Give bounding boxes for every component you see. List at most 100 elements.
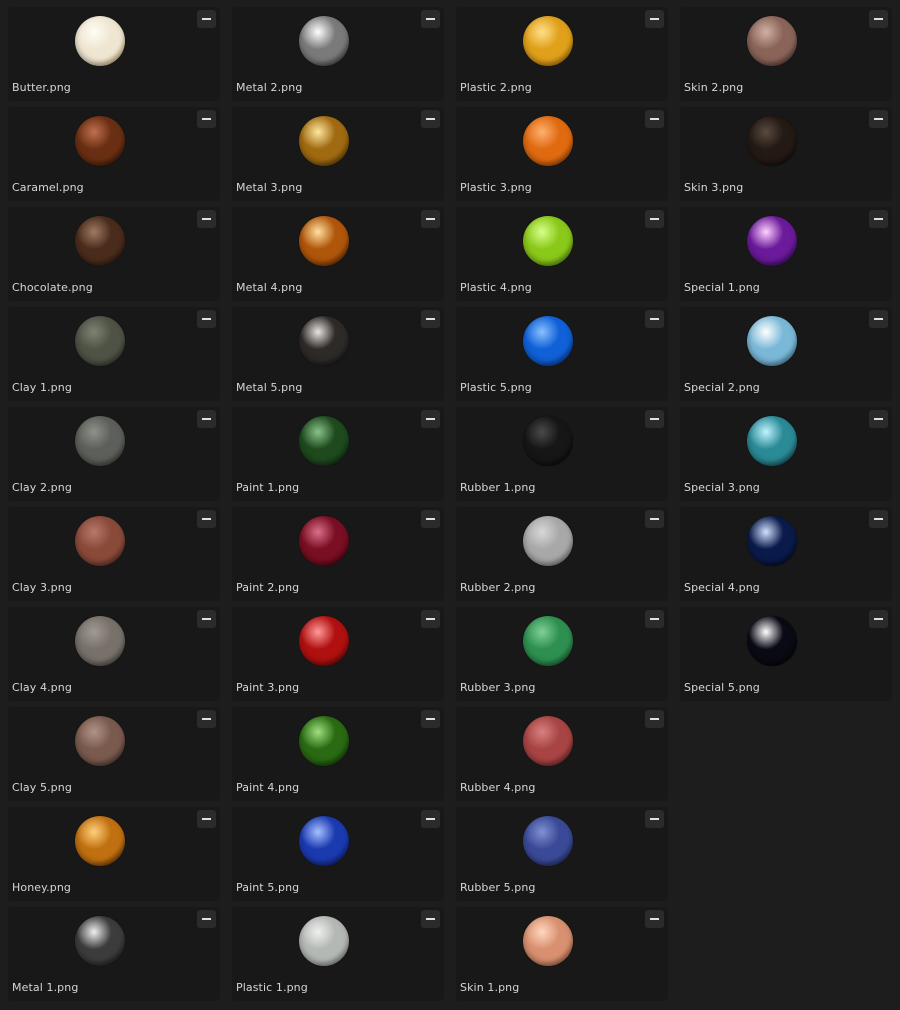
remove-material-button[interactable]: [197, 310, 216, 328]
minus-icon: [202, 318, 211, 320]
material-preview-sphere: [523, 16, 573, 66]
material-tile[interactable]: Clay 1.png: [8, 307, 220, 401]
material-tile[interactable]: Plastic 1.png: [232, 907, 444, 1001]
material-tile[interactable]: Special 1.png: [680, 207, 892, 301]
remove-material-button[interactable]: [197, 710, 216, 728]
material-preview-sphere: [523, 216, 573, 266]
material-tile[interactable]: Paint 2.png: [232, 507, 444, 601]
remove-material-button[interactable]: [869, 110, 888, 128]
material-preview-sphere: [523, 616, 573, 666]
remove-material-button[interactable]: [197, 210, 216, 228]
remove-material-button[interactable]: [421, 110, 440, 128]
material-preview-sphere: [299, 116, 349, 166]
material-tile[interactable]: Paint 5.png: [232, 807, 444, 901]
remove-material-button[interactable]: [197, 810, 216, 828]
material-tile[interactable]: Butter.png: [8, 7, 220, 101]
material-preview-sphere: [523, 116, 573, 166]
remove-material-button[interactable]: [197, 10, 216, 28]
remove-material-button[interactable]: [421, 610, 440, 628]
material-tile[interactable]: Rubber 2.png: [456, 507, 668, 601]
minus-icon: [202, 418, 211, 420]
remove-material-button[interactable]: [869, 410, 888, 428]
remove-material-button[interactable]: [197, 910, 216, 928]
minus-icon: [650, 318, 659, 320]
remove-material-button[interactable]: [197, 410, 216, 428]
remove-material-button[interactable]: [645, 210, 664, 228]
material-tile[interactable]: Clay 5.png: [8, 707, 220, 801]
material-tile[interactable]: Honey.png: [8, 807, 220, 901]
material-tile[interactable]: Plastic 5.png: [456, 307, 668, 401]
material-tile[interactable]: Paint 3.png: [232, 607, 444, 701]
material-preview-sphere: [75, 716, 125, 766]
material-name-label: Plastic 4.png: [460, 281, 532, 294]
remove-material-button[interactable]: [645, 10, 664, 28]
material-tile[interactable]: Skin 2.png: [680, 7, 892, 101]
remove-material-button[interactable]: [869, 210, 888, 228]
remove-material-button[interactable]: [869, 510, 888, 528]
remove-material-button[interactable]: [869, 310, 888, 328]
remove-material-button[interactable]: [421, 710, 440, 728]
remove-material-button[interactable]: [645, 710, 664, 728]
remove-material-button[interactable]: [869, 10, 888, 28]
remove-material-button[interactable]: [421, 510, 440, 528]
material-tile[interactable]: Metal 5.png: [232, 307, 444, 401]
remove-material-button[interactable]: [197, 510, 216, 528]
material-name-label: Chocolate.png: [12, 281, 93, 294]
remove-material-button[interactable]: [421, 410, 440, 428]
material-name-label: Rubber 5.png: [460, 881, 536, 894]
material-name-label: Metal 3.png: [236, 181, 303, 194]
material-tile[interactable]: Clay 2.png: [8, 407, 220, 501]
remove-material-button[interactable]: [645, 810, 664, 828]
material-tile[interactable]: Special 5.png: [680, 607, 892, 701]
remove-material-button[interactable]: [645, 910, 664, 928]
material-name-label: Skin 2.png: [684, 81, 744, 94]
remove-material-button[interactable]: [421, 210, 440, 228]
material-tile[interactable]: Rubber 1.png: [456, 407, 668, 501]
material-tile[interactable]: Skin 3.png: [680, 107, 892, 201]
remove-material-button[interactable]: [645, 310, 664, 328]
remove-material-button[interactable]: [421, 10, 440, 28]
material-name-label: Special 5.png: [684, 681, 760, 694]
minus-icon: [202, 818, 211, 820]
minus-icon: [426, 318, 435, 320]
remove-material-button[interactable]: [645, 410, 664, 428]
material-preview-sphere: [299, 816, 349, 866]
material-tile[interactable]: Rubber 3.png: [456, 607, 668, 701]
material-tile[interactable]: Chocolate.png: [8, 207, 220, 301]
material-tile[interactable]: Special 4.png: [680, 507, 892, 601]
material-tile[interactable]: Metal 1.png: [8, 907, 220, 1001]
remove-material-button[interactable]: [645, 610, 664, 628]
material-tile[interactable]: Special 2.png: [680, 307, 892, 401]
remove-material-button[interactable]: [645, 110, 664, 128]
material-tile[interactable]: Metal 3.png: [232, 107, 444, 201]
remove-material-button[interactable]: [197, 110, 216, 128]
material-tile[interactable]: Special 3.png: [680, 407, 892, 501]
material-tile[interactable]: Metal 2.png: [232, 7, 444, 101]
material-preview-sphere: [299, 416, 349, 466]
remove-material-button[interactable]: [197, 610, 216, 628]
minus-icon: [874, 118, 883, 120]
material-tile[interactable]: Caramel.png: [8, 107, 220, 201]
remove-material-button[interactable]: [645, 510, 664, 528]
material-preview-sphere: [747, 316, 797, 366]
material-tile[interactable]: Rubber 4.png: [456, 707, 668, 801]
material-name-label: Metal 2.png: [236, 81, 303, 94]
material-tile[interactable]: Paint 1.png: [232, 407, 444, 501]
remove-material-button[interactable]: [869, 610, 888, 628]
material-tile[interactable]: Clay 4.png: [8, 607, 220, 701]
material-name-label: Special 1.png: [684, 281, 760, 294]
material-tile[interactable]: Rubber 5.png: [456, 807, 668, 901]
remove-material-button[interactable]: [421, 810, 440, 828]
material-tile[interactable]: Clay 3.png: [8, 507, 220, 601]
material-tile[interactable]: Skin 1.png: [456, 907, 668, 1001]
material-tile[interactable]: Plastic 4.png: [456, 207, 668, 301]
material-name-label: Rubber 2.png: [460, 581, 536, 594]
remove-material-button[interactable]: [421, 310, 440, 328]
material-tile[interactable]: Plastic 3.png: [456, 107, 668, 201]
minus-icon: [650, 518, 659, 520]
material-tile[interactable]: Metal 4.png: [232, 207, 444, 301]
material-tile[interactable]: Paint 4.png: [232, 707, 444, 801]
remove-material-button[interactable]: [421, 910, 440, 928]
material-tile[interactable]: Plastic 2.png: [456, 7, 668, 101]
minus-icon: [426, 518, 435, 520]
